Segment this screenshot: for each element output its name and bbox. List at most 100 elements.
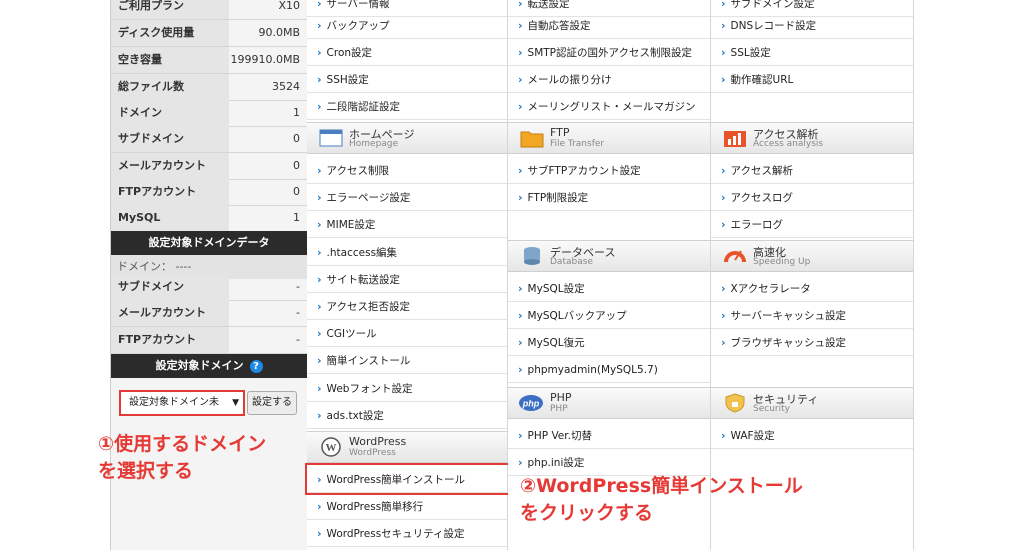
stat-label: ご利用プラン bbox=[111, 0, 229, 19]
menu-item-php-version[interactable]: › PHP Ver.切替 bbox=[508, 422, 710, 449]
stat-value: 0 bbox=[293, 185, 300, 198]
menu-item-x-accelerator[interactable]: › Xアクセラレータ bbox=[711, 275, 913, 302]
menu-item-cron[interactable]: › Cron設定 bbox=[307, 39, 507, 66]
stat-label: FTPアカウント bbox=[111, 179, 229, 205]
menu-item-wordpress-migrate[interactable]: › WordPress簡単移行 bbox=[307, 493, 507, 520]
stat-label: ドメイン bbox=[111, 100, 229, 126]
section-subtitle: PHP bbox=[550, 404, 568, 414]
arrow-icon: › bbox=[518, 456, 523, 469]
stat-value: 90.0MB bbox=[258, 26, 300, 39]
section-title: FTP bbox=[550, 126, 570, 139]
section-security: セキュリティ Security bbox=[711, 387, 913, 419]
stat-row-free: 空き容量 199910.0MB bbox=[111, 47, 307, 74]
domain-select-value: 設定対象ドメイン未 bbox=[129, 397, 219, 408]
stat-value: 1 bbox=[293, 211, 300, 224]
section-homepage: ホームページ Homepage bbox=[307, 122, 507, 154]
stat-value: X10 bbox=[278, 0, 300, 12]
arrow-icon: › bbox=[721, 191, 726, 204]
arrow-icon: › bbox=[721, 46, 726, 59]
section-speed-up: 高速化 Speeding Up bbox=[711, 240, 913, 272]
menu-item-error-page[interactable]: › エラーページ設定 bbox=[307, 184, 507, 211]
stat-label: メールアカウント bbox=[111, 300, 229, 326]
menu-item-dns[interactable]: › DNSレコード設定 bbox=[711, 12, 913, 39]
annotation-step2: ②WordPress簡単インストール をクリックする bbox=[520, 473, 803, 527]
help-icon[interactable]: ? bbox=[249, 359, 263, 373]
annotation-step2-line1: ②WordPress簡単インストール bbox=[520, 475, 803, 497]
menu-item-mysql-settings[interactable]: › MySQL設定 bbox=[508, 275, 710, 302]
database-icon bbox=[524, 247, 540, 265]
arrow-icon: › bbox=[721, 19, 726, 32]
menu-item-mime[interactable]: › MIME設定 bbox=[307, 211, 507, 238]
stat-value: - bbox=[296, 306, 300, 319]
arrow-icon: › bbox=[518, 164, 523, 177]
arrow-icon: › bbox=[317, 273, 322, 286]
stat-label: サブドメイン bbox=[111, 274, 229, 300]
arrow-icon: › bbox=[518, 100, 523, 113]
target-domain-header: 設定対象ドメイン? bbox=[111, 354, 307, 378]
arrow-icon: › bbox=[317, 46, 322, 59]
menu-column-2: › 転送設定 › 自動応答設定 › SMTP認証の国外アクセス制限設定 › メールの振り… bbox=[508, 0, 711, 550]
set-domain-button[interactable]: 設定する bbox=[247, 391, 297, 415]
menu-item-ftp-restriction[interactable]: › FTP制限設定 bbox=[508, 184, 710, 211]
section-ftp: FTP File Transfer bbox=[508, 122, 710, 154]
arrow-icon: › bbox=[317, 218, 322, 231]
menu-item-waf[interactable]: › WAF設定 bbox=[711, 422, 913, 449]
menu-item-ssl[interactable]: › SSL設定 bbox=[711, 39, 913, 66]
menu-item-mail-filter[interactable]: › メールの振り分け bbox=[508, 66, 710, 93]
menu-item-ads-txt[interactable]: › ads.txt設定 bbox=[307, 402, 507, 429]
menu-item-smtp-restriction[interactable]: › SMTP認証の国外アクセス制限設定 bbox=[508, 39, 710, 66]
stat-label: サブドメイン bbox=[111, 126, 229, 152]
menu-item-easy-install[interactable]: › 簡単インストール bbox=[307, 347, 507, 374]
menu-item-cgi[interactable]: › CGIツール bbox=[307, 320, 507, 347]
menu-item-web-font[interactable]: › Webフォント設定 bbox=[307, 375, 507, 402]
stat-label: FTPアカウント bbox=[111, 327, 229, 353]
stat-value: 3524 bbox=[272, 80, 300, 93]
domain-stat-ftp: FTPアカウント - bbox=[111, 327, 307, 354]
menu-item-access-restriction[interactable]: › アクセス制限 bbox=[307, 157, 507, 184]
arrow-icon: › bbox=[317, 300, 322, 313]
arrow-icon: › bbox=[721, 218, 726, 231]
menu-item-htaccess[interactable]: › .htaccess編集 bbox=[307, 239, 507, 266]
menu-item-browser-cache[interactable]: › ブラウザキャッシュ設定 bbox=[711, 329, 913, 356]
section-subtitle: File Transfer bbox=[550, 139, 605, 149]
menu-item-error-log[interactable]: › エラーログ bbox=[711, 211, 913, 238]
wordpress-icon: W bbox=[321, 437, 341, 457]
menu-item-server-cache[interactable]: › サーバーキャッシュ設定 bbox=[711, 302, 913, 329]
menu-item-phpmyadmin[interactable]: › phpmyadmin(MySQL5.7) bbox=[508, 356, 710, 383]
stat-row-mysql: MySQL 1 bbox=[111, 205, 307, 232]
menu-item-site-redirect[interactable]: › サイト転送設定 bbox=[307, 266, 507, 293]
menu-item-mysql-backup[interactable]: › MySQLバックアップ bbox=[508, 302, 710, 329]
folder-icon bbox=[520, 131, 544, 148]
speed-icon bbox=[724, 250, 746, 263]
arrow-icon: › bbox=[721, 336, 726, 349]
section-wordpress: W WordPress WordPress bbox=[307, 431, 507, 463]
menu-item-backup[interactable]: › バックアップ bbox=[307, 12, 507, 39]
menu-item-2fa[interactable]: › 二段階認証設定 bbox=[307, 93, 507, 120]
arrow-icon: › bbox=[317, 409, 322, 422]
stat-value: 0 bbox=[293, 159, 300, 172]
arrow-icon: › bbox=[317, 73, 322, 86]
menu-item-test-url[interactable]: › 動作確認URL bbox=[711, 66, 913, 93]
domain-select[interactable]: 設定対象ドメイン未 ▼ bbox=[119, 390, 245, 416]
menu-item-access-analysis[interactable]: › アクセス解析 bbox=[711, 157, 913, 184]
menu-item-autoreply[interactable]: › 自動応答設定 bbox=[508, 12, 710, 39]
arrow-icon: › bbox=[317, 164, 322, 177]
menu-item-php-ini[interactable]: › php.ini設定 bbox=[508, 449, 710, 476]
menu-item-sub-ftp[interactable]: › サブFTPアカウント設定 bbox=[508, 157, 710, 184]
annotation-step1-line1: ①使用するドメイン bbox=[98, 433, 267, 455]
chevron-down-icon: ▼ bbox=[232, 398, 239, 408]
menu-item-access-deny[interactable]: › アクセス拒否設定 bbox=[307, 293, 507, 320]
arrow-icon: › bbox=[317, 19, 322, 32]
menu-item-wordpress-security[interactable]: › WordPressセキュリティ設定 bbox=[307, 520, 507, 547]
arrow-icon: › bbox=[518, 429, 523, 442]
annotation-step2-line2: をクリックする bbox=[520, 502, 654, 524]
menu-item-mysql-restore[interactable]: › MySQL復元 bbox=[508, 329, 710, 356]
menu-item-mailing-list[interactable]: › メーリングリスト・メールマガジン bbox=[508, 93, 710, 120]
stat-row-domain: ドメイン 1 bbox=[111, 100, 307, 127]
section-subtitle: Access analysis bbox=[753, 139, 824, 149]
section-subtitle: Speeding Up bbox=[753, 257, 811, 267]
stat-value: - bbox=[296, 333, 300, 346]
menu-item-ssh[interactable]: › SSH設定 bbox=[307, 66, 507, 93]
menu-item-access-log[interactable]: › アクセスログ bbox=[711, 184, 913, 211]
stat-row-files: 総ファイル数 3524 bbox=[111, 74, 307, 101]
